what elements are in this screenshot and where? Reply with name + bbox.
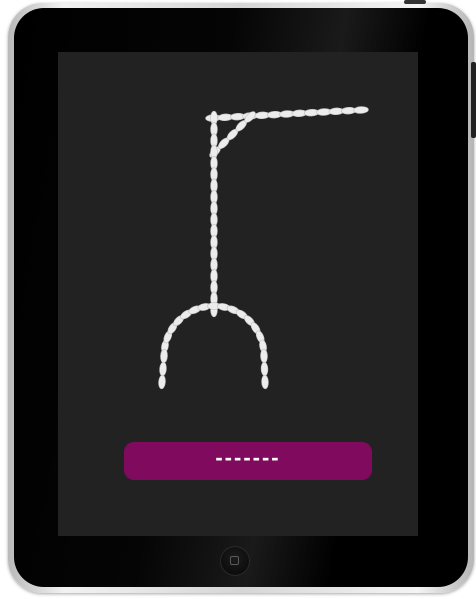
- rope-bead: [261, 374, 269, 390]
- home-button[interactable]: [220, 546, 250, 576]
- rope-bead: [260, 348, 268, 364]
- home-square-icon: [230, 556, 239, 565]
- gallows-post: [210, 110, 218, 318]
- rope-bead: [260, 361, 269, 377]
- rope-bead: [160, 348, 168, 364]
- rope-bead: [353, 106, 369, 114]
- rope-bead: [158, 374, 166, 390]
- side-switch: [471, 62, 476, 138]
- sleep-button: [404, 0, 426, 4]
- gallows-beam: [205, 106, 369, 122]
- hidden-word: -------: [215, 445, 281, 470]
- game-screen: -------: [58, 52, 418, 536]
- word-display-bar: -------: [124, 442, 372, 480]
- rope-bead: [159, 361, 167, 377]
